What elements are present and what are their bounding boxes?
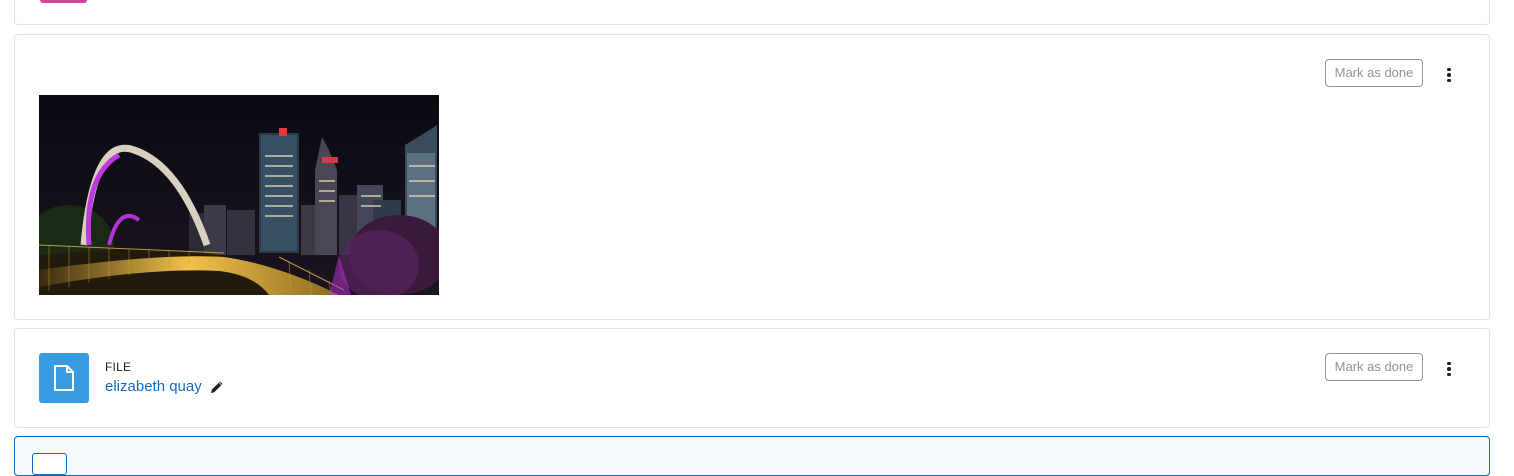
activity-icon-partial [40,0,87,3]
pencil-icon[interactable] [209,379,225,395]
image-activity-card: Mark as done [14,34,1490,320]
activity-name-link[interactable]: elizabeth quay [105,378,202,395]
elizabeth-quay-photo [39,95,439,295]
kebab-menu-icon[interactable] [1441,61,1457,89]
file-icon [39,353,89,403]
activity-icon-partial [32,453,67,475]
activity-type-label: FILE [105,360,132,374]
mark-as-done-button[interactable]: Mark as done [1325,59,1423,87]
file-activity-card: FILE elizabeth quay Mark as done [14,328,1490,428]
mark-as-done-button[interactable]: Mark as done [1325,353,1423,381]
next-activity-card [14,436,1490,476]
previous-activity-card [14,0,1490,25]
kebab-menu-icon[interactable] [1441,355,1457,383]
